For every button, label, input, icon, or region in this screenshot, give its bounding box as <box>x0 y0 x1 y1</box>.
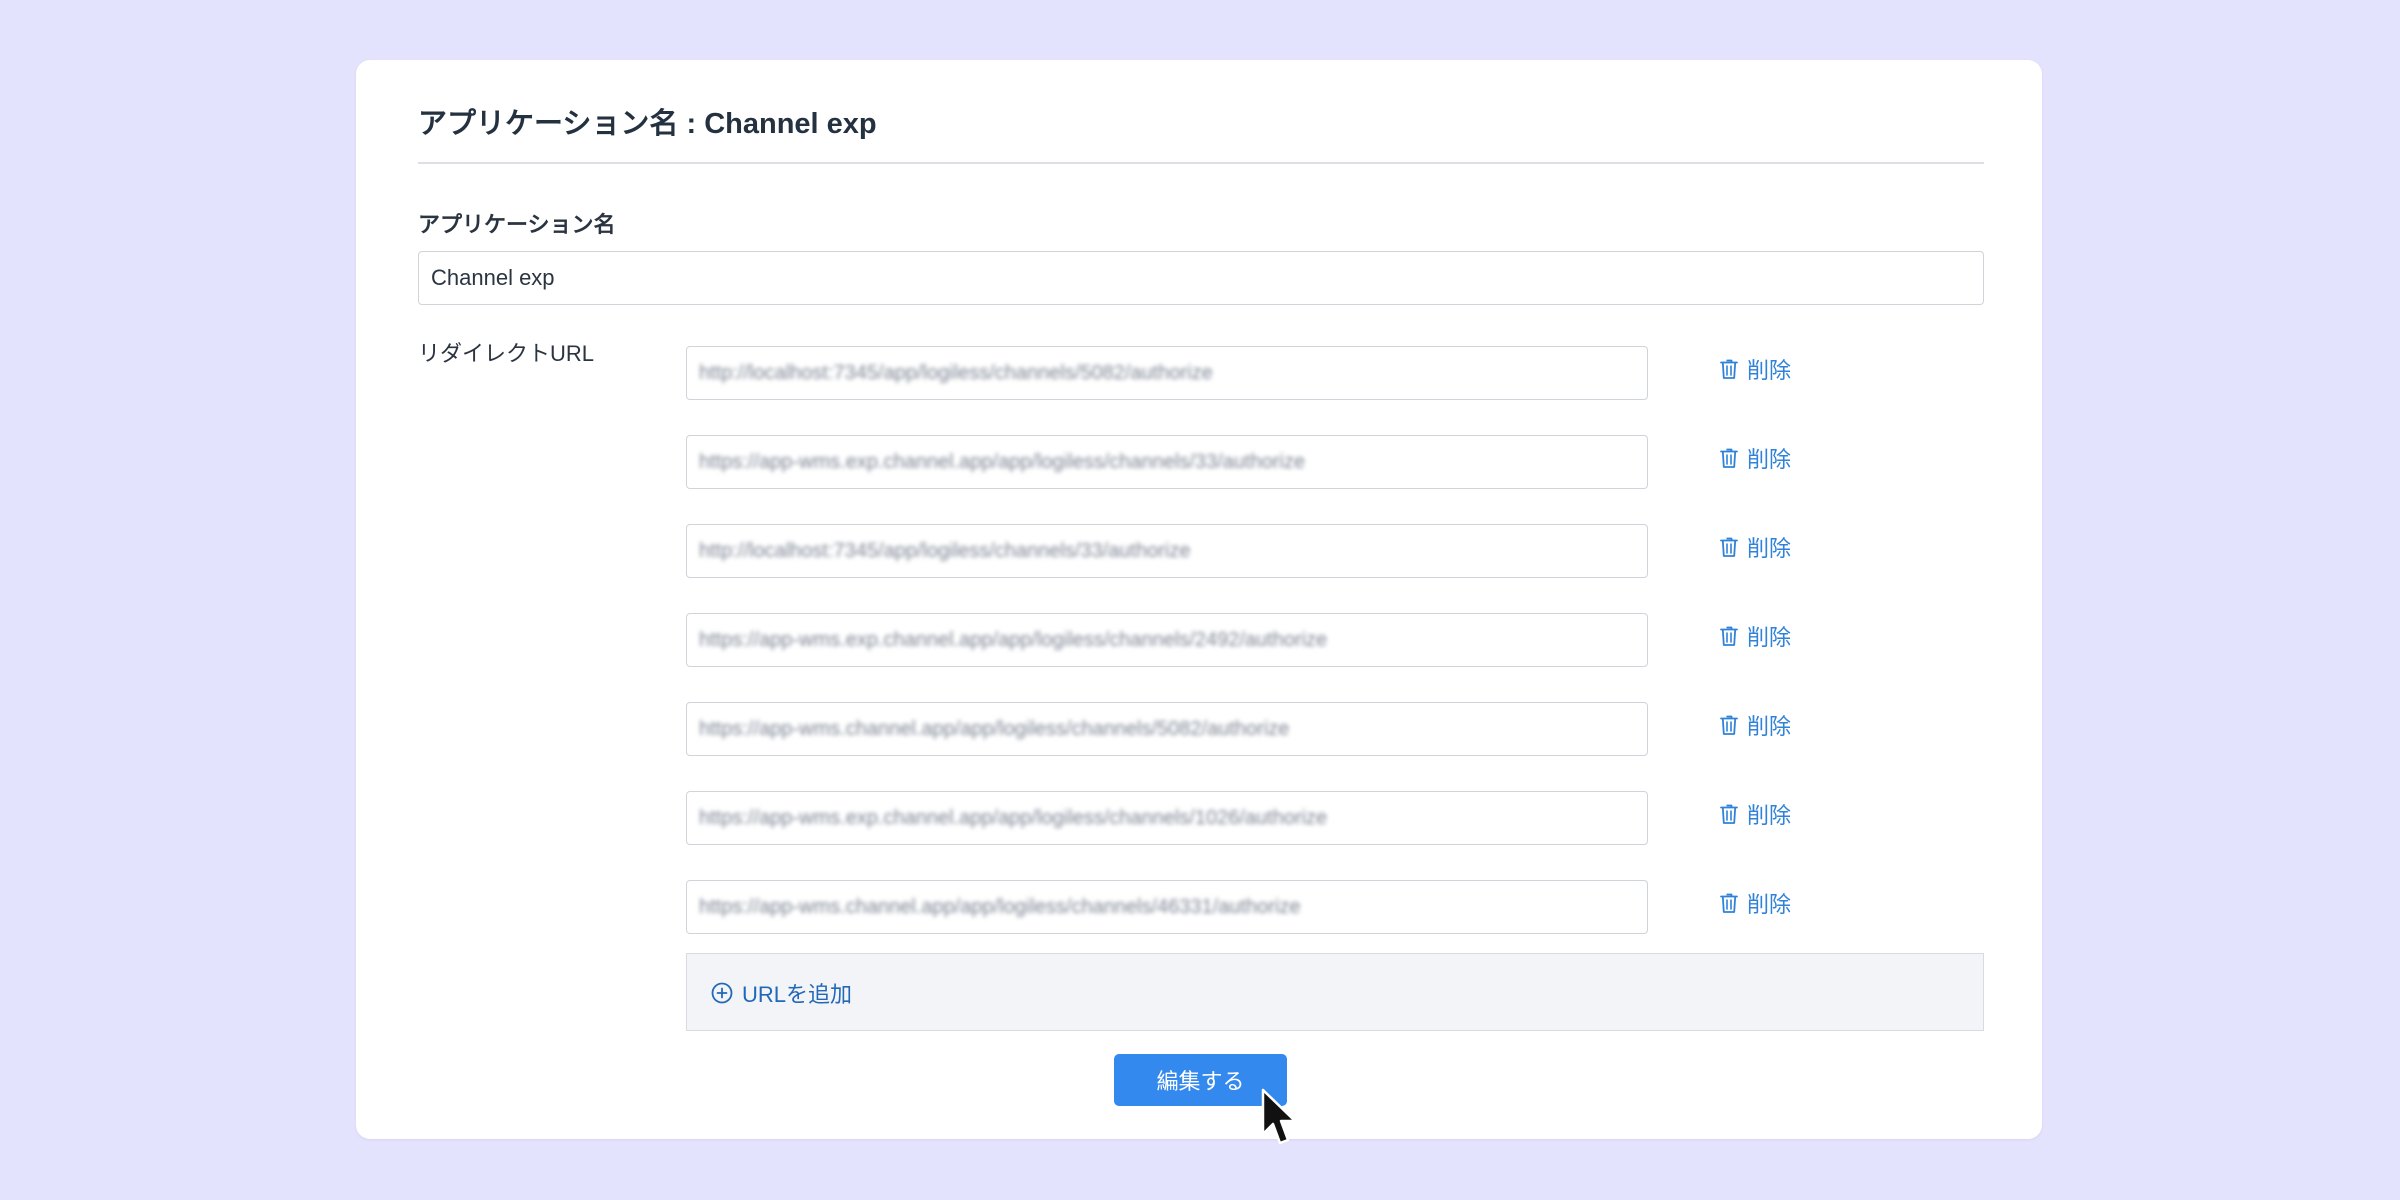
redirect-url-row: http://localhost:7345/app/logiless/chann… <box>686 524 1984 578</box>
redirect-url-row: https://app-wms.exp.channel.app/app/logi… <box>686 435 1984 489</box>
delete-url-label: 削除 <box>1747 892 1792 917</box>
redirect-url-value: http://localhost:7345/app/logiless/chann… <box>699 539 1191 562</box>
redirect-url-input[interactable]: https://app-wms.exp.channel.app/app/logi… <box>686 791 1648 845</box>
page-title: アプリケーション名 : Channel exp <box>418 104 877 144</box>
delete-url-button[interactable]: 削除 <box>1720 888 1791 918</box>
redirect-url-label: リダイレクトURL <box>418 341 595 366</box>
redirect-url-value: https://app-wms.exp.channel.app/app/logi… <box>699 806 1328 829</box>
redirect-url-row: http://localhost:7345/app/logiless/chann… <box>686 346 1984 400</box>
redirect-url-input[interactable]: http://localhost:7345/app/logiless/chann… <box>686 346 1648 400</box>
redirect-url-row: https://app-wms.channel.app/app/logiless… <box>686 880 1984 934</box>
redirect-url-row: https://app-wms.channel.app/app/logiless… <box>686 702 1984 756</box>
redirect-url-row: https://app-wms.exp.channel.app/app/logi… <box>686 791 1984 845</box>
trash-icon <box>1720 626 1738 646</box>
delete-url-button[interactable]: 削除 <box>1720 532 1791 562</box>
delete-url-button[interactable]: 削除 <box>1720 354 1791 384</box>
trash-icon <box>1720 893 1738 913</box>
redirect-url-value: https://app-wms.exp.channel.app/app/logi… <box>699 450 1305 473</box>
trash-icon <box>1720 448 1738 468</box>
delete-url-label: 削除 <box>1747 447 1792 472</box>
trash-icon <box>1720 537 1738 557</box>
delete-url-button[interactable]: 削除 <box>1720 710 1791 740</box>
app-name-input[interactable] <box>418 251 1984 305</box>
redirect-url-value: http://localhost:7345/app/logiless/chann… <box>699 361 1213 384</box>
add-url-button[interactable]: URLを追加 <box>711 978 852 1008</box>
delete-url-label: 削除 <box>1747 803 1792 828</box>
add-url-panel: URLを追加 <box>686 953 1984 1031</box>
edit-application-card: アプリケーション名 : Channel exp アプリケーション名 リダイレクト… <box>356 60 2042 1139</box>
plus-circle-icon <box>711 982 733 1004</box>
title-divider <box>418 162 1984 164</box>
page-title-app-name: Channel exp <box>704 108 877 140</box>
redirect-url-row: https://app-wms.exp.channel.app/app/logi… <box>686 613 1984 667</box>
delete-url-label: 削除 <box>1747 536 1792 561</box>
delete-url-button[interactable]: 削除 <box>1720 799 1791 829</box>
redirect-url-value: https://app-wms.exp.channel.app/app/logi… <box>699 628 1328 651</box>
delete-url-label: 削除 <box>1747 358 1792 383</box>
page-title-separator: : <box>678 108 705 140</box>
trash-icon <box>1720 804 1738 824</box>
add-url-label: URLを追加 <box>742 982 853 1007</box>
redirect-url-input[interactable]: https://app-wms.channel.app/app/logiless… <box>686 880 1648 934</box>
redirect-url-input[interactable]: https://app-wms.channel.app/app/logiless… <box>686 702 1648 756</box>
submit-edit-button[interactable]: 編集する <box>1114 1054 1287 1106</box>
delete-url-label: 削除 <box>1747 625 1792 650</box>
delete-url-button[interactable]: 削除 <box>1720 443 1791 473</box>
redirect-url-input[interactable]: https://app-wms.exp.channel.app/app/logi… <box>686 613 1648 667</box>
redirect-url-input[interactable]: http://localhost:7345/app/logiless/chann… <box>686 524 1648 578</box>
trash-icon <box>1720 715 1738 735</box>
redirect-url-value: https://app-wms.channel.app/app/logiless… <box>699 717 1290 740</box>
redirect-url-input[interactable]: https://app-wms.exp.channel.app/app/logi… <box>686 435 1648 489</box>
app-name-label: アプリケーション名 <box>418 212 616 237</box>
page-title-prefix: アプリケーション名 <box>418 108 679 140</box>
delete-url-button[interactable]: 削除 <box>1720 621 1791 651</box>
delete-url-label: 削除 <box>1747 714 1792 739</box>
redirect-url-value: https://app-wms.channel.app/app/logiless… <box>699 895 1301 918</box>
trash-icon <box>1720 359 1738 379</box>
